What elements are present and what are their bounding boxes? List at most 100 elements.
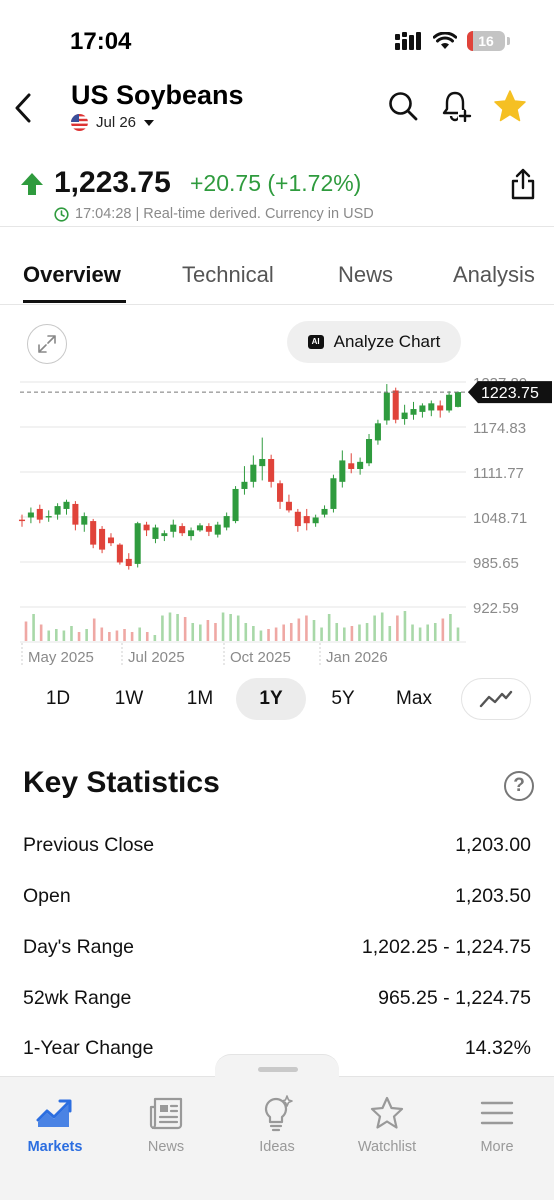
newspaper-icon — [149, 1097, 183, 1130]
candle-body — [179, 526, 186, 534]
volume-bar — [176, 614, 179, 641]
volume-bar — [229, 614, 232, 641]
volume-bar — [358, 624, 361, 641]
volume-bar — [335, 623, 339, 641]
volume-bar — [373, 615, 376, 641]
analyze-chart-label: Analyze Chart — [333, 332, 441, 351]
nav-news[interactable]: News — [116, 1093, 216, 1155]
volume-bar — [388, 626, 392, 641]
active-tab-indicator — [23, 300, 126, 303]
range-1m[interactable]: 1M — [165, 678, 235, 720]
volume-bar — [221, 612, 225, 641]
candle-body — [277, 483, 284, 502]
expand-icon — [38, 335, 56, 353]
tab-overview[interactable]: Overview — [23, 262, 121, 288]
candle-body — [241, 481, 248, 489]
candle-body — [18, 519, 26, 522]
candle-body — [312, 517, 319, 524]
candle-body — [321, 508, 328, 515]
volume-bar — [259, 630, 263, 641]
tab-technical[interactable]: Technical — [182, 262, 274, 288]
candle-body — [214, 524, 221, 535]
divider — [0, 304, 554, 305]
search-button[interactable] — [385, 88, 421, 124]
stat-row: Day's Range 1,202.25 - 1,224.75 — [23, 936, 531, 966]
candle-body — [339, 460, 346, 482]
range-1w[interactable]: 1W — [94, 678, 164, 720]
tab-news[interactable]: News — [338, 262, 393, 288]
volume-bar — [145, 632, 149, 641]
candle-body — [268, 458, 275, 482]
volume-bar — [55, 629, 58, 641]
volume-bar — [199, 624, 202, 641]
price-alert-button[interactable] — [438, 88, 474, 124]
share-button[interactable] — [508, 166, 538, 202]
range-1y[interactable]: 1Y — [236, 678, 306, 720]
nav-more[interactable]: More — [447, 1093, 547, 1155]
back-button[interactable] — [8, 88, 38, 128]
volume-bar — [312, 620, 316, 641]
volume-bar — [343, 627, 346, 641]
divider — [0, 226, 554, 227]
chart-type-button[interactable] — [461, 678, 531, 720]
tab-analysis[interactable]: Analysis — [453, 262, 535, 288]
contract-selector[interactable]: Jul 26 — [71, 114, 155, 131]
volume-bar — [426, 624, 429, 641]
candle-body — [45, 516, 52, 518]
nav-watchlist[interactable]: Watchlist — [337, 1093, 437, 1155]
help-icon[interactable]: ? — [504, 771, 534, 801]
y-tick-label: 985.65 — [473, 555, 519, 572]
nav-markets[interactable]: Markets — [5, 1093, 105, 1155]
up-arrow-icon — [21, 173, 43, 195]
candle-body — [27, 512, 34, 518]
candle-body — [259, 458, 266, 467]
volume-bar — [252, 626, 255, 641]
range-5y[interactable]: 5Y — [308, 678, 378, 720]
volume-bar — [244, 623, 248, 641]
volume-bar — [274, 627, 278, 641]
trending-chart-icon — [36, 1099, 72, 1127]
price-chart[interactable]: 1237.891174.831111.771048.71985.65922.59… — [0, 370, 554, 670]
status-icons: 16 — [395, 28, 510, 54]
volume-bar — [297, 618, 301, 641]
volume-bar — [130, 632, 134, 641]
volume-bar — [161, 615, 164, 641]
candle-body — [348, 463, 355, 469]
volume-bar — [214, 623, 217, 641]
expand-chart-button[interactable] — [27, 324, 67, 364]
volume-bar — [327, 614, 331, 641]
y-tick-label: 1174.83 — [473, 420, 526, 437]
candle-body — [205, 526, 212, 532]
candle-body — [285, 501, 292, 511]
volume-bar — [411, 624, 414, 641]
lightbulb-icon — [264, 1095, 293, 1132]
volume-bar — [108, 632, 111, 641]
volume-bar — [282, 624, 285, 641]
volume-bar — [39, 624, 43, 641]
watchlist-star-button[interactable] — [492, 88, 528, 124]
analyze-chart-button[interactable]: AI Analyze Chart — [287, 321, 461, 363]
volume-bar — [115, 630, 119, 641]
status-bar: 17:04 16 — [0, 0, 554, 80]
volume-bar — [236, 615, 240, 641]
range-max[interactable]: Max — [379, 678, 449, 720]
range-1d[interactable]: 1D — [23, 678, 93, 720]
x-tick-label: Oct 2025 — [230, 649, 291, 666]
volume-bar — [456, 627, 460, 641]
x-tick-label: Jan 2026 — [326, 649, 388, 666]
realtime-info: 17:04:28 | Real-time derived. Currency i… — [54, 206, 374, 222]
instrument-title: US Soybeans — [71, 80, 244, 110]
candle-body — [99, 528, 106, 550]
nav-label: Watchlist — [357, 1139, 417, 1155]
candle-body — [454, 392, 462, 407]
nav-ideas[interactable]: Ideas — [227, 1093, 327, 1155]
menu-icon — [480, 1101, 514, 1125]
caret-down-icon — [144, 119, 155, 126]
price-row: 1,223.75 +20.75 (+1.72%) — [0, 166, 554, 202]
last-price: 1,223.75 — [54, 166, 171, 199]
stat-row: 52wk Range 965.25 - 1,224.75 — [23, 987, 531, 1017]
nav-handle-tab[interactable] — [215, 1054, 339, 1078]
volume-bar — [85, 629, 88, 641]
volume-bar — [191, 623, 195, 641]
nav-drag-handle[interactable] — [258, 1067, 298, 1072]
